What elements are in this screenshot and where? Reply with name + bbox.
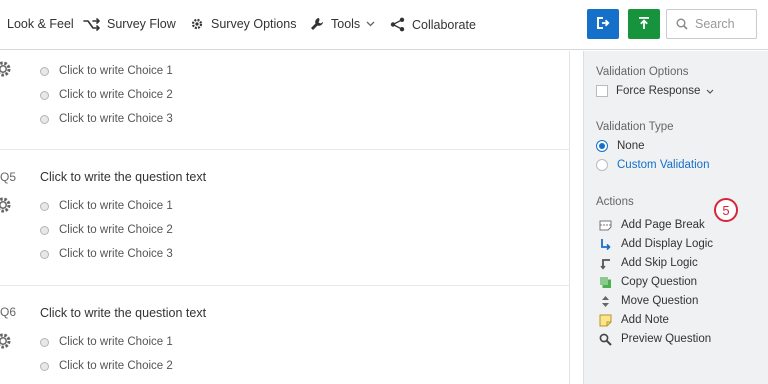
collaborate-label: Collaborate (412, 17, 476, 32)
survey-options-button[interactable]: Survey Options (190, 17, 296, 31)
validation-options-heading: Validation Options (596, 66, 689, 78)
question-text[interactable]: Click to write the question text (40, 306, 206, 320)
question-gear-icon[interactable] (0, 331, 13, 354)
preview-icon (596, 16, 610, 33)
question-text[interactable]: Click to write the question text (40, 170, 206, 184)
radio-button[interactable] (40, 337, 49, 347)
chevron-down-icon[interactable] (706, 89, 714, 94)
action-label: Add Skip Logic (621, 257, 698, 269)
choice-item[interactable]: Click to write Choice 1 (40, 65, 173, 77)
action-label: Add Page Break (621, 219, 705, 231)
note-icon (598, 313, 612, 327)
validation-type-heading: Validation Type (596, 121, 674, 133)
choice-label: Click to write Choice 3 (59, 248, 173, 260)
force-response-option[interactable]: Force Response (596, 85, 714, 97)
action-label: Preview Question (621, 333, 712, 345)
choice-label: Click to write Choice 2 (59, 360, 173, 372)
collaborate-button[interactable]: Collaborate (390, 17, 476, 32)
choice-label: Click to write Choice 2 (59, 224, 173, 236)
choice-item[interactable]: Click to write Choice 3 (40, 248, 173, 260)
radio-button[interactable] (596, 159, 608, 171)
question-number: Q5 (0, 170, 17, 184)
chevron-down-icon (366, 21, 375, 27)
custom-validation-link[interactable]: Custom Validation (617, 159, 709, 171)
tools-menu[interactable]: Tools (310, 17, 375, 31)
none-label: None (617, 140, 645, 152)
top-toolbar: Look & Feel Survey Flow Survey Options T… (0, 0, 768, 50)
choice-label: Click to write Choice 1 (59, 336, 173, 348)
question-gear-icon[interactable] (0, 59, 13, 82)
look-feel-label: Look & Feel (7, 17, 74, 31)
preview-button[interactable] (587, 9, 619, 39)
skip-logic-icon (598, 256, 612, 270)
tools-label: Tools (331, 17, 361, 31)
choice-label: Click to write Choice 3 (59, 113, 173, 125)
search-input[interactable]: Search (666, 9, 757, 39)
add-page-break-action[interactable]: Add Page Break (598, 218, 705, 232)
page-break-icon (598, 218, 612, 232)
question-divider (0, 285, 570, 286)
copy-question-action[interactable]: Copy Question (598, 275, 697, 289)
preview-question-action[interactable]: Preview Question (598, 332, 711, 346)
radio-button[interactable] (40, 90, 49, 100)
publish-icon (637, 16, 651, 33)
question-options-sidebar: Validation Options Force Response Valida… (583, 51, 768, 384)
radio-button[interactable] (40, 114, 49, 124)
action-label: Move Question (621, 295, 699, 307)
choice-item[interactable]: Click to write Choice 3 (40, 113, 173, 125)
choice-item[interactable]: Click to write Choice 2 (40, 224, 173, 236)
choice-item[interactable]: Click to write Choice 2 (40, 360, 173, 372)
survey-flow-button[interactable]: Survey Flow (83, 17, 176, 31)
move-icon (598, 294, 612, 308)
force-response-checkbox[interactable] (596, 85, 608, 97)
question-number: Q6 (0, 305, 17, 319)
magnifier-icon (598, 332, 612, 346)
survey-canvas: Click to write Choice 1 Click to write C… (0, 51, 570, 384)
share-icon (390, 17, 405, 32)
choice-item[interactable]: Click to write Choice 2 (40, 89, 173, 101)
validation-none-option[interactable]: None (596, 140, 645, 152)
wrench-icon (310, 17, 324, 31)
add-display-logic-action[interactable]: Add Display Logic (598, 237, 713, 251)
action-label: Add Note (621, 314, 669, 326)
display-logic-icon (598, 237, 612, 251)
radio-button[interactable] (40, 201, 49, 211)
survey-flow-label: Survey Flow (107, 17, 176, 31)
radio-button[interactable] (40, 249, 49, 259)
search-placeholder: Search (695, 17, 735, 31)
force-response-label: Force Response (616, 85, 701, 97)
choice-item[interactable]: Click to write Choice 1 (40, 336, 173, 348)
move-question-action[interactable]: Move Question (598, 294, 698, 308)
survey-options-label: Survey Options (211, 17, 297, 31)
action-label: Add Display Logic (621, 238, 714, 250)
publish-button[interactable] (628, 9, 660, 39)
add-note-action[interactable]: Add Note (598, 313, 669, 327)
copy-icon (598, 275, 612, 289)
question-divider (0, 149, 570, 150)
choice-label: Click to write Choice 1 (59, 200, 173, 212)
choice-label: Click to write Choice 2 (59, 89, 173, 101)
radio-button[interactable] (40, 361, 49, 371)
radio-button[interactable] (40, 225, 49, 235)
choice-item[interactable]: Click to write Choice 1 (40, 200, 173, 212)
action-label: Copy Question (621, 276, 698, 288)
search-icon (676, 18, 688, 30)
add-skip-logic-action[interactable]: Add Skip Logic (598, 256, 698, 270)
custom-validation-option[interactable]: Custom Validation (596, 159, 709, 171)
radio-button[interactable] (40, 66, 49, 76)
gear-icon (190, 17, 204, 31)
choice-label: Click to write Choice 1 (59, 65, 173, 77)
actions-heading: Actions (596, 196, 634, 208)
question-gear-icon[interactable] (0, 195, 13, 218)
step-number-badge: 5 (714, 198, 738, 222)
radio-button[interactable] (596, 140, 608, 152)
look-feel-button[interactable]: Look & Feel (7, 17, 74, 31)
flow-icon (83, 17, 100, 31)
